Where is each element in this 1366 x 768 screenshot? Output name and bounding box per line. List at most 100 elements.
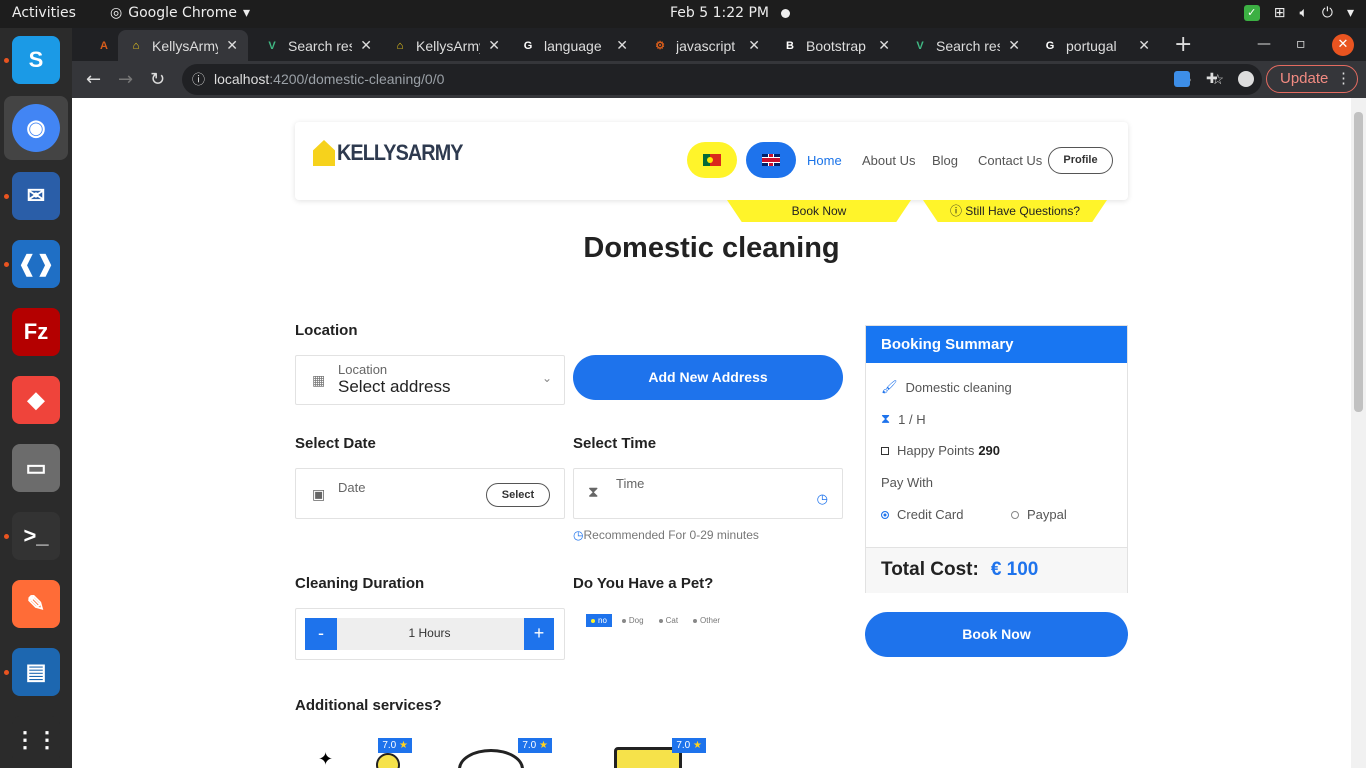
browser-tab[interactable]: Gportugal ✕ [1032, 30, 1160, 61]
browser-tab[interactable]: V Search res ✕ [254, 30, 382, 61]
pet-option-other[interactable]: Other [688, 614, 725, 627]
time-hint-text: Recommended For 0-29 minutes [583, 528, 759, 542]
page-scrollbar[interactable] [1351, 98, 1366, 768]
browser-tab[interactable]: ⌂ KellysArmy ✕ [382, 30, 510, 61]
clock[interactable]: Feb 5 1:22 PM [670, 5, 769, 21]
location-select[interactable]: ▦ Location Select address ⌄ [295, 355, 565, 405]
credit-card-radio[interactable] [881, 510, 889, 519]
paypal-radio[interactable] [1011, 510, 1019, 519]
ribbon-book-now[interactable]: Book Now [727, 200, 911, 222]
browser-tab[interactable]: Glanguage ✕ [510, 30, 638, 61]
tab-title: KellysArmy [416, 37, 481, 54]
nav-blog[interactable]: Blog [932, 153, 958, 168]
calendar-icon: ▣ [312, 486, 326, 502]
browser-tab[interactable]: B Bootstrap ✕ [772, 30, 900, 61]
service-rating: 7.0 [518, 738, 552, 753]
summary-points[interactable]: Happy Points 290 [881, 443, 1000, 458]
update-button[interactable]: Update [1266, 65, 1358, 93]
postman-icon[interactable]: ✎ [12, 580, 60, 628]
service-card[interactable]: 7.0 [586, 731, 706, 768]
browser-tab[interactable]: ⌂ KellysArmy ✕ [118, 30, 248, 61]
date-heading: Select Date [295, 435, 376, 452]
browser-tab[interactable]: A [86, 30, 116, 61]
duration-plus-button[interactable]: + [524, 618, 554, 650]
chrome-icon[interactable]: ◉ [12, 104, 60, 152]
time-placeholder: Time [616, 476, 645, 491]
pet-option-no[interactable]: no [586, 614, 612, 627]
time-field[interactable]: ⧗ Time ◷ [573, 468, 843, 519]
minimize-button[interactable]: — [1257, 36, 1271, 52]
system-tray[interactable]: ✓ ⊞ 🔈︎ ⏻ ▾ [1243, 5, 1354, 21]
close-tab-icon[interactable]: ✕ [748, 37, 760, 54]
tab-favicon-icon: B [786, 39, 794, 52]
points-checkbox[interactable] [881, 446, 889, 455]
language-en-button[interactable] [746, 142, 796, 178]
maximize-button[interactable]: ▫ [1296, 36, 1306, 52]
vscode-icon[interactable]: ❰❱ [12, 240, 60, 288]
close-tab-icon[interactable]: ✕ [1138, 37, 1150, 54]
show-apps-icon[interactable]: ⋮⋮ [12, 716, 60, 764]
page-viewport: KELLYSARMY Home About Us Blog Contact Us… [72, 98, 1366, 768]
address-bar[interactable]: ⓘ localhost:4200/domestic-cleaning/0/0 ⌕… [182, 64, 1262, 95]
sparkle-icon: ✦ [318, 749, 334, 768]
close-tab-icon[interactable]: ✕ [1008, 37, 1020, 54]
skype-icon[interactable]: S [12, 36, 60, 84]
service-card[interactable]: ✦ 7.0 [292, 731, 412, 768]
terminal-icon[interactable]: >_ [12, 512, 60, 560]
additional-heading: Additional services? [295, 697, 442, 714]
site-logo[interactable]: KELLYSARMY [313, 140, 477, 166]
add-address-button[interactable]: Add New Address [573, 355, 843, 400]
summary-duration: ⧗ 1 / H [881, 411, 926, 427]
ribbon-questions[interactable]: ⓘ Still Have Questions? [923, 200, 1107, 222]
summary-duration-label: 1 / H [898, 411, 926, 427]
close-tab-icon[interactable]: ✕ [488, 37, 500, 54]
back-arrow-icon[interactable]: ← [86, 69, 101, 90]
book-now-button[interactable]: Book Now [865, 612, 1128, 657]
forward-arrow-icon[interactable]: → [118, 69, 133, 90]
profile-button[interactable]: Profile [1048, 147, 1113, 174]
scrollbar-thumb[interactable] [1354, 112, 1363, 412]
libreoffice-impress-icon[interactable]: ▤ [12, 648, 60, 696]
tab-title: KellysArmy [152, 37, 219, 54]
pay-credit-card[interactable]: Credit Card [881, 507, 963, 522]
system-top-bar: Activities ◎ Google Chrome ▾ Feb 5 1:22 … [0, 0, 1366, 28]
close-tab-icon[interactable]: ✕ [878, 37, 890, 54]
pet-option-cat[interactable]: Cat [654, 614, 683, 627]
filezilla-icon[interactable]: Fz [12, 308, 60, 356]
files-icon[interactable]: ▭ [12, 444, 60, 492]
running-indicator [4, 58, 9, 63]
pay-paypal[interactable]: Paypal [1011, 507, 1067, 522]
browser-tab[interactable]: V Search res ✕ [902, 30, 1030, 61]
time-heading: Select Time [573, 435, 657, 452]
duration-stepper[interactable]: - 1 Hours + [305, 618, 554, 650]
site-info-icon[interactable]: ⓘ [192, 64, 205, 95]
credit-card-label: Credit Card [897, 507, 964, 522]
extensions-puzzle-icon[interactable]: ✚ [1206, 71, 1222, 87]
close-tab-icon[interactable]: ✕ [616, 37, 628, 54]
new-tab-button[interactable]: + [1174, 32, 1192, 57]
security-shield-icon[interactable]: ✓ [1243, 5, 1260, 21]
app-menu[interactable]: ◎ Google Chrome ▾ [110, 5, 250, 21]
date-field[interactable]: ▣ Date Select [295, 468, 565, 519]
app-menu-label: Google Chrome [128, 5, 237, 21]
language-pt-button[interactable] [687, 142, 737, 178]
service-card[interactable]: 7.0 [432, 731, 552, 768]
hourglass-icon: ⧗ [881, 411, 891, 426]
nav-contact-us[interactable]: Contact Us [978, 153, 1042, 168]
reload-icon[interactable]: ↻ [150, 69, 165, 90]
close-tab-icon[interactable]: ✕ [360, 37, 372, 54]
pet-option-dog[interactable]: Dog [617, 614, 649, 627]
extension-fl-icon[interactable] [1174, 71, 1190, 87]
close-tab-icon[interactable]: ✕ [226, 37, 238, 54]
running-indicator [4, 534, 9, 539]
activities-button[interactable]: Activities [12, 5, 76, 21]
browser-tab[interactable]: ⚙ javascript ✕ [642, 30, 770, 61]
thunderbird-icon[interactable]: ✉ [12, 172, 60, 220]
nav-home[interactable]: Home [807, 153, 842, 168]
profile-avatar-icon[interactable] [1238, 71, 1254, 87]
date-select-button[interactable]: Select [486, 483, 550, 507]
nav-about-us[interactable]: About Us [862, 153, 915, 168]
close-window-button[interactable]: ✕ [1332, 34, 1354, 56]
clock-small-icon: ◷ [573, 528, 584, 542]
anydesk-icon[interactable]: ◆ [12, 376, 60, 424]
